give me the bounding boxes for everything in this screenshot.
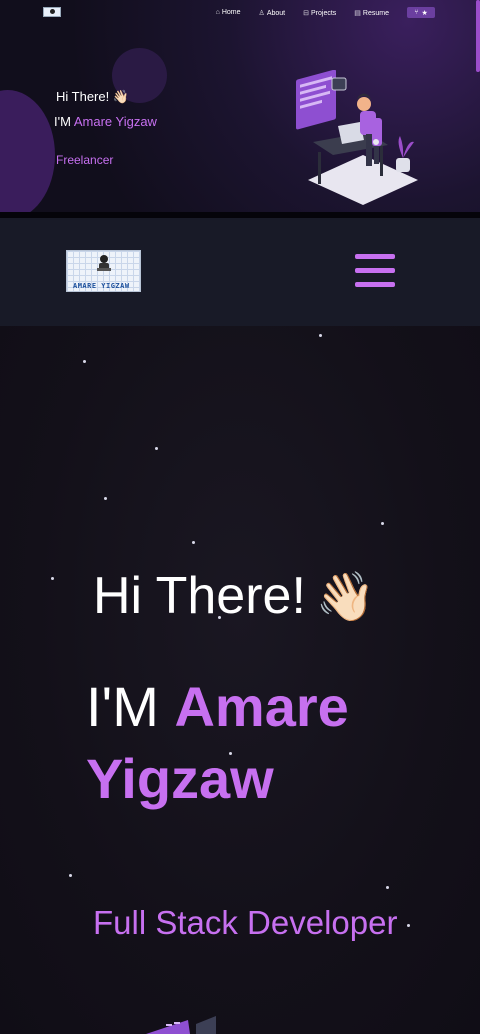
nav-label: Home xyxy=(221,9,241,16)
name-prefix: I'M xyxy=(86,675,159,738)
hero-typed-role: Full Stack Developer xyxy=(93,904,398,941)
background-star xyxy=(51,577,54,580)
background-glow xyxy=(0,90,55,212)
name-last: Yigzaw xyxy=(86,747,274,810)
nav-item-projects[interactable]: ⊟ Projects xyxy=(303,9,336,17)
name-highlight: Amare Yigzaw xyxy=(73,114,157,129)
background-star xyxy=(319,334,322,337)
logo-figure-icon xyxy=(97,255,111,271)
background-star xyxy=(155,447,158,450)
hero-name: I'M Amare Yigzaw xyxy=(86,671,446,815)
name-first: Amare xyxy=(174,675,349,738)
preview-nav: ⌂ Home ♙ About ⊟ Projects ▤ Resume ⑂ ★ xyxy=(216,7,435,18)
nav-item-home[interactable]: ⌂ Home xyxy=(216,9,241,16)
waving-hand-icon: 👋🏻 xyxy=(315,571,376,624)
nav-label: Resume xyxy=(362,9,389,17)
fork-icon: ⑂ xyxy=(414,9,419,16)
hamburger-icon[interactable] xyxy=(355,254,395,288)
logo-text: AMARE YIGZAW xyxy=(73,282,130,290)
user-icon: ♙ xyxy=(258,9,265,17)
hero-greeting: Hi There! 👋🏻 xyxy=(93,566,376,626)
preview-typed-role: Freelancer xyxy=(56,153,114,167)
name-prefix: I'M xyxy=(54,114,71,129)
mobile-navbar: AMARE YIGZAW xyxy=(0,218,480,326)
scrollbar-thumb[interactable] xyxy=(476,0,480,72)
projects-icon: ⊟ xyxy=(303,9,309,17)
nav-item-about[interactable]: ♙ About xyxy=(259,9,286,17)
background-star xyxy=(69,874,72,877)
hamburger-bar xyxy=(355,268,395,273)
background-star xyxy=(407,924,410,927)
hero-section: Hi There! 👋🏻 I'M Amare Yigzaw Full Stack … xyxy=(0,326,480,1034)
nav-item-resume[interactable]: ▤ Resume xyxy=(354,9,389,17)
background-star xyxy=(386,886,389,889)
preview-greeting: Hi There! 👋🏻 xyxy=(56,89,130,104)
hamburger-bar xyxy=(355,254,395,259)
developer-illustration xyxy=(296,70,418,205)
nav-label: About xyxy=(266,9,286,17)
background-star xyxy=(104,497,107,500)
developer-illustration-partial xyxy=(146,1016,216,1034)
background-star xyxy=(192,541,195,544)
resume-icon: ▤ xyxy=(354,9,361,17)
background-star xyxy=(381,522,384,525)
nav-label: Projects xyxy=(311,9,337,17)
greeting-text: Hi There! xyxy=(93,567,306,625)
preview-logo[interactable] xyxy=(43,7,61,17)
background-star xyxy=(83,360,86,363)
site-logo[interactable]: AMARE YIGZAW xyxy=(66,250,141,292)
github-star-button[interactable]: ⑂ ★ xyxy=(407,7,435,18)
desktop-preview: ⌂ Home ♙ About ⊟ Projects ▤ Resume ⑂ ★ Hi Th… xyxy=(0,0,480,212)
home-icon: ⌂ xyxy=(215,9,220,16)
hamburger-bar xyxy=(355,282,395,287)
preview-name: I'M Amare Yigzaw xyxy=(54,114,157,129)
star-icon: ★ xyxy=(421,9,428,17)
